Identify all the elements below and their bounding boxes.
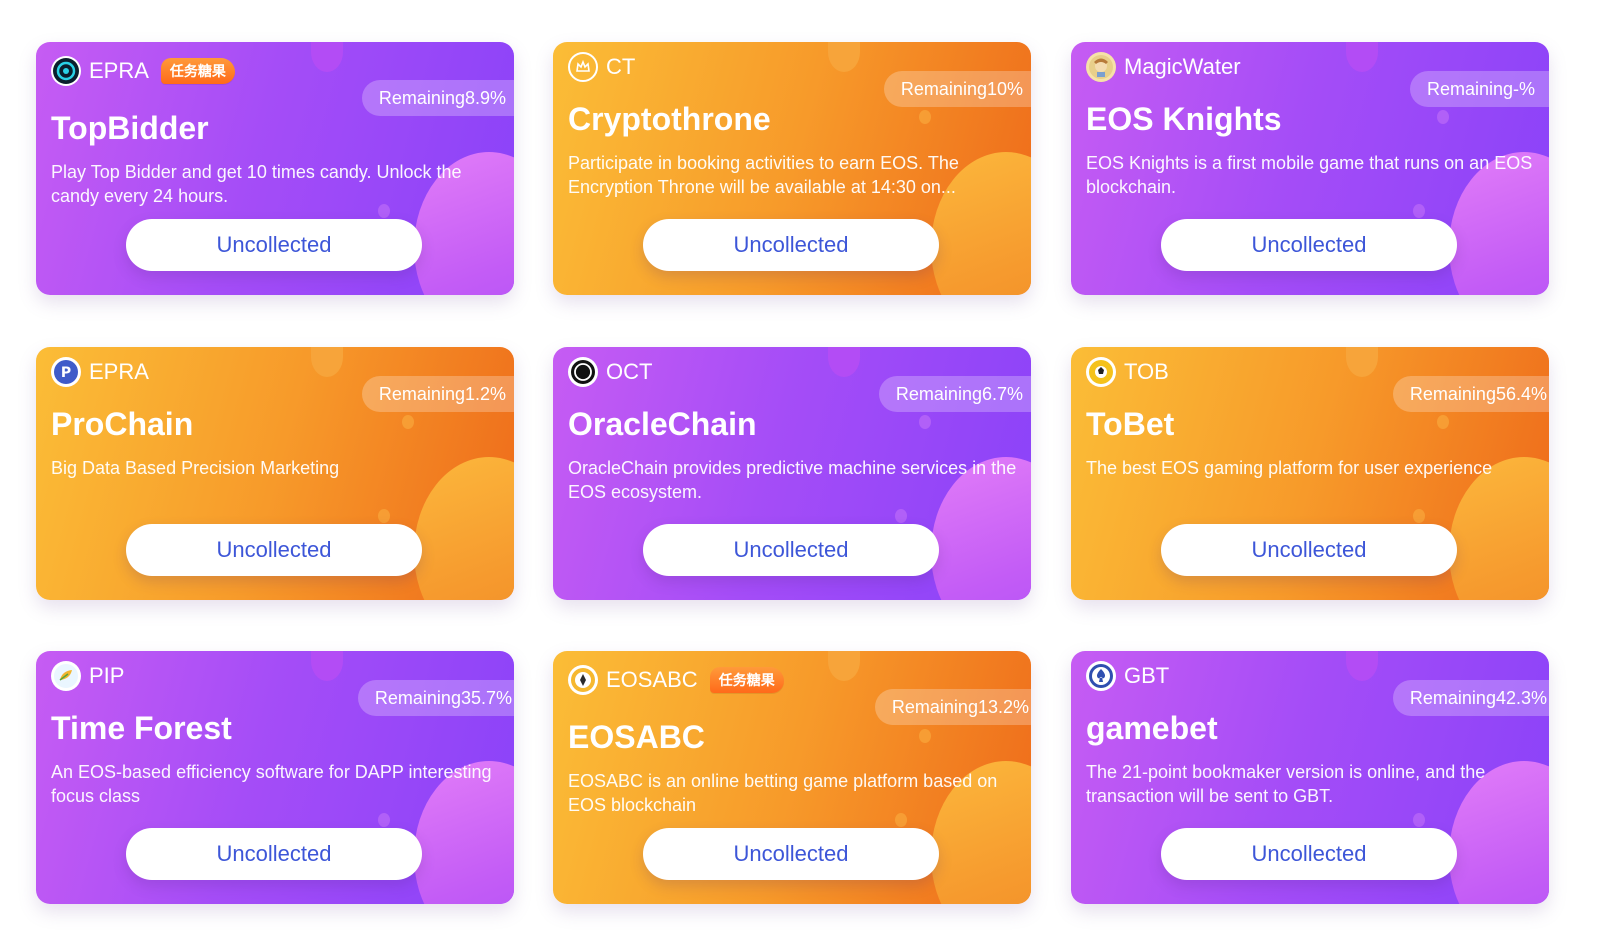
candy-card-oraclechain: OCT Remaining6.7% OracleChain OracleChai… [553,347,1031,600]
epra-swirl-icon [51,56,81,86]
token-symbol: OCT [606,359,653,384]
card-header: TOB [1086,357,1169,387]
remaining-badge: Remaining8.9% [361,80,514,116]
decorative-blob [1346,651,1378,681]
candy-card-prochain: P EPRA Remaining1.2% ProChain Big Data B… [36,347,514,600]
candy-card-cryptothrone: CT Remaining10% Cryptothrone Participate… [553,42,1031,295]
card-header: PIP [51,661,124,691]
dapp-description: The best EOS gaming platform for user ex… [1086,458,1493,478]
dapp-description: Participate in booking activities to ear… [568,153,959,197]
crown-coin-icon [568,52,598,82]
forest-leaf-icon [51,661,81,691]
dapp-title: gamebet [1086,710,1218,746]
decorative-dot [378,813,390,827]
decorative-dot [378,509,390,523]
uncollected-button[interactable]: Uncollected [643,524,939,576]
dapp-title: Time Forest [51,710,232,746]
decorative-dot [402,415,414,429]
knight-avatar-icon [1086,52,1116,82]
token-symbol: PIP [89,663,125,688]
decorative-blob [311,42,343,72]
candy-task-badge: 任务糖果 [160,58,235,84]
candy-card-gamebet: GBT Remaining42.3% gamebet The 21-point … [1071,651,1549,904]
uncollected-button[interactable]: Uncollected [1161,828,1457,880]
dapp-description: The 21-point bookmaker version is online… [1086,762,1486,806]
decorative-blob [828,651,860,681]
card-header: MagicWater [1086,52,1241,82]
uncollected-button[interactable]: Uncollected [1161,524,1457,576]
dapp-description: Big Data Based Precision Marketing [51,458,340,478]
card-header: GBT [1086,661,1169,691]
decorative-blob [1346,347,1378,377]
candy-task-badge: 任务糖果 [709,667,784,693]
token-symbol: EPRA [89,359,149,384]
decorative-dot [1413,204,1425,218]
decorative-blob [311,651,343,681]
remaining-badge: Remaining35.7% [357,680,514,716]
remaining-badge: Remaining56.4% [1392,376,1549,412]
decorative-blob [828,42,860,72]
candy-card-time-forest: PIP Remaining35.7% Time Forest An EOS-ba… [36,651,514,904]
tobet-ball-icon [1086,357,1116,387]
card-header: CT [568,52,635,82]
dapp-description: EOS Knights is a first mobile game that … [1086,153,1533,197]
dapp-description: An EOS-based efficiency software for DAP… [51,762,492,806]
dapp-description: EOSABC is an online betting game platfor… [568,771,998,815]
candy-card-tobet: TOB Remaining56.4% ToBet The best EOS ga… [1071,347,1549,600]
oracle-ring-icon [568,357,598,387]
uncollected-button[interactable]: Uncollected [126,219,422,271]
card-header: OCT [568,357,652,387]
gamebet-spade-icon [1086,661,1116,691]
uncollected-button[interactable]: Uncollected [126,524,422,576]
uncollected-button[interactable]: Uncollected [643,828,939,880]
decorative-blob [1346,42,1378,72]
dapp-description: Play Top Bidder and get 10 times candy. … [51,162,462,206]
decorative-blob [311,347,343,377]
dapp-title: EOS Knights [1086,101,1282,137]
token-symbol: CT [606,54,636,79]
remaining-badge: Remaining1.2% [361,376,514,412]
dapp-description: OracleChain provides predictive machine … [568,458,1017,502]
decorative-dot [895,509,907,523]
card-header: P EPRA [51,357,149,387]
decorative-dot [919,110,931,124]
decorative-dot [1437,415,1449,429]
decorative-dot [1413,813,1425,827]
dapp-title: EOSABC [568,719,705,755]
token-symbol: GBT [1124,663,1170,688]
dapp-title: OracleChain [568,406,757,442]
token-symbol: MagicWater [1124,54,1241,79]
svg-text:P: P [61,365,71,381]
dapp-title: ProChain [51,406,194,442]
card-header: EPRA 任务糖果 [51,56,235,86]
decorative-dot [1437,110,1449,124]
candy-card-eos-knights: MagicWater Remaining-% EOS Knights EOS K… [1071,42,1549,295]
uncollected-button[interactable]: Uncollected [1161,219,1457,271]
remaining-badge: Remaining6.7% [878,376,1031,412]
dapp-title: ToBet [1086,406,1175,442]
decorative-dot [919,729,931,743]
candy-card-topbidder: EPRA 任务糖果 Remaining8.9% TopBidder Play T… [36,42,514,295]
remaining-badge: Remaining-% [1409,71,1549,107]
token-symbol: EOSABC [606,667,698,692]
card-header: EOSABC 任务糖果 [568,665,784,695]
decorative-blob [828,347,860,377]
uncollected-button[interactable]: Uncollected [643,219,939,271]
decorative-dot [919,415,931,429]
remaining-badge: Remaining10% [883,71,1031,107]
remaining-badge: Remaining13.2% [874,689,1031,725]
prochain-p-icon: P [51,357,81,387]
eosabc-coin-icon [568,665,598,695]
token-symbol: TOB [1124,359,1169,384]
dapp-title: Cryptothrone [568,101,771,137]
candy-card-eosabc: EOSABC 任务糖果 Remaining13.2% EOSABC EOSABC… [553,651,1031,904]
dapp-title: TopBidder [51,110,209,146]
token-symbol: EPRA [89,58,149,83]
uncollected-button[interactable]: Uncollected [126,828,422,880]
decorative-dot [1413,509,1425,523]
remaining-badge: Remaining42.3% [1392,680,1549,716]
